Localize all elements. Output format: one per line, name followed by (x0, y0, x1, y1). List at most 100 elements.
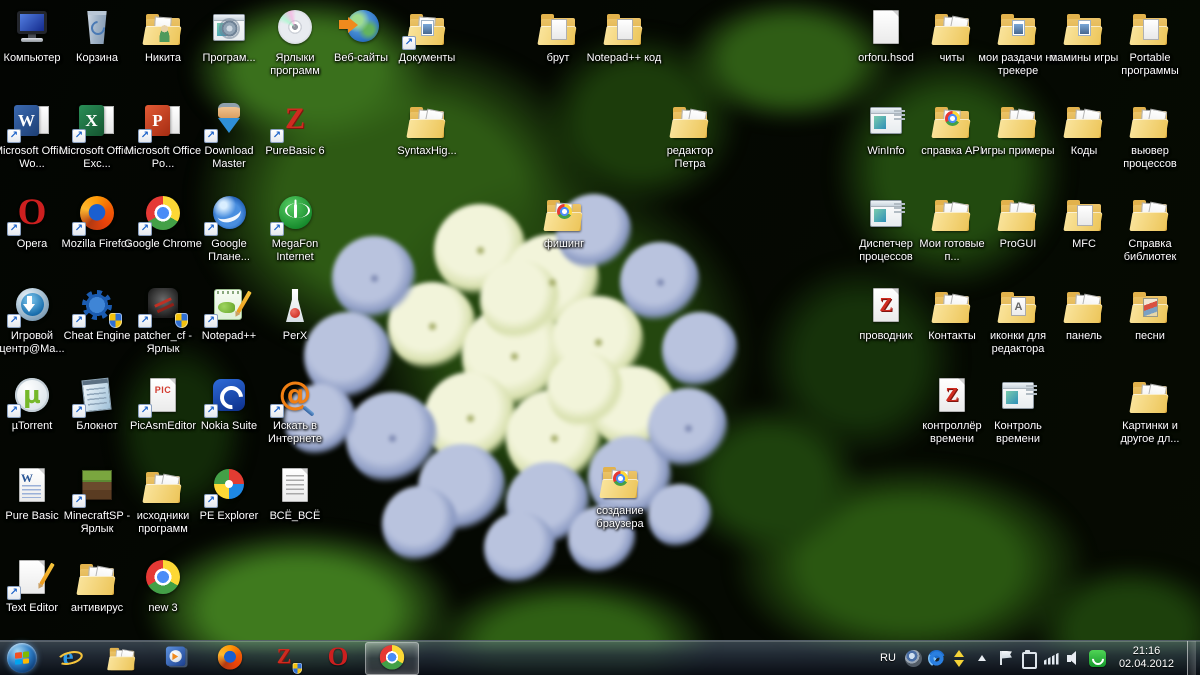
shortcut-arrow-icon: ↗ (204, 404, 218, 418)
ms-word-icon: W↗ (10, 101, 54, 141)
tray-vol-icon[interactable] (1066, 650, 1083, 667)
taskbar-opera-button[interactable]: O (311, 642, 365, 675)
opera-icon: O (322, 644, 354, 673)
programs-app-icon (207, 8, 251, 48)
system-tray: RU 21:16 02.04.2012 (877, 641, 1200, 675)
desktop-icon-label: фишинг (524, 238, 604, 251)
bloknot-icon: ↗ (75, 376, 119, 416)
notepad-code-folder-icon (602, 8, 646, 48)
taskbar-purebasic-button[interactable]: Z (257, 642, 311, 675)
syntaxhig-folder-icon (405, 101, 449, 141)
desktop-icon-megafon-internet[interactable]: ↗ MegaFon Internet (255, 194, 335, 264)
chrome-icon (376, 644, 408, 673)
megafon-internet-icon: ↗ (273, 194, 317, 234)
shortcut-arrow-icon: ↗ (138, 314, 152, 328)
shortcut-arrow-icon: ↗ (138, 129, 152, 143)
taskbar-ie-button[interactable]: e (41, 642, 95, 675)
brut-folder-icon (536, 8, 580, 48)
tray-flag-icon[interactable] (997, 650, 1014, 667)
desktop-icon-time-control[interactable]: Контроль времени (978, 376, 1058, 446)
desktop-icon-label: Notepad++ код (584, 52, 664, 65)
desktop-icon-pictures-folder[interactable]: Картинки и другое дл... (1110, 376, 1190, 446)
tray-clip-icon[interactable] (1020, 650, 1037, 667)
desktop-icon-label: Искать в Интернете (255, 420, 335, 446)
cheat-engine-icon: ↗ (75, 286, 119, 326)
desktop-icon-vse-vse-file[interactable]: ВСЁ_ВСЁ (255, 466, 335, 523)
codes-folder-icon (1062, 101, 1106, 141)
tray-sig-icon[interactable] (1043, 650, 1060, 667)
taskbar-chrome-button[interactable] (365, 642, 419, 675)
desktop-icon-purebasic-6[interactable]: Z↗ PureBasic 6 (255, 101, 335, 158)
games-examples-folder-icon (996, 101, 1040, 141)
desktop-icon-songs-folder[interactable]: песни (1110, 286, 1190, 343)
desktop-icon-process-viewer-folder[interactable]: вьювер процессов (1110, 101, 1190, 171)
petr-editor-folder-icon (668, 101, 712, 141)
ie-icon: e (52, 644, 84, 673)
windows7-desktop: Компьютер Корзина Никита Програм... Ярлы… (0, 0, 1200, 675)
ms-powerpoint-icon: P↗ (141, 101, 185, 141)
desktop-icon-syntaxhig-folder[interactable]: SyntaxHig... (387, 101, 467, 158)
tray-ph-icon[interactable] (1089, 650, 1106, 667)
show-desktop-button[interactable] (1187, 641, 1196, 675)
notepad-plus-icon: ↗ (207, 286, 251, 326)
recycle-bin-icon (75, 8, 119, 48)
language-indicator[interactable]: RU (877, 652, 899, 664)
windows-logo-icon (15, 651, 29, 664)
clock-date: 02.04.2012 (1119, 658, 1174, 671)
desktop-icon-petr-editor-folder[interactable]: редактор Петра (650, 101, 730, 171)
documents-icon: ↗ (405, 8, 449, 48)
desktop-icon-label: PureBasic 6 (255, 145, 335, 158)
desktop-icon-perx[interactable]: PerX (255, 286, 335, 343)
taskbar: e ZO RU 21:16 02.04.2012 (0, 640, 1200, 675)
program-shortcuts-icon (273, 8, 317, 48)
antivirus-folder-icon (75, 558, 119, 598)
shortcut-arrow-icon: ↗ (72, 494, 86, 508)
shortcut-arrow-icon: ↗ (270, 404, 284, 418)
nokia-suite-icon: ↗ (207, 376, 251, 416)
process-manager-icon (864, 194, 908, 234)
desktop-icon-new-3[interactable]: new 3 (123, 558, 203, 615)
tray-caret-icon[interactable] (974, 650, 991, 667)
clock[interactable]: 21:16 02.04.2012 (1112, 645, 1181, 671)
utorrent-icon: µ↗ (10, 376, 54, 416)
api-help-folder-icon (930, 101, 974, 141)
desktop-icon-search-internet[interactable]: @↗ Искать в Интернете (255, 376, 335, 446)
purebasic-6-icon: Z↗ (273, 101, 317, 141)
taskbar-explorer-button[interactable] (95, 642, 149, 675)
contacts-folder-icon (930, 286, 974, 326)
my-ready-folder-icon (930, 194, 974, 234)
editor-icons-folder-icon: A (996, 286, 1040, 326)
desktop-icon-phishing-folder[interactable]: фишинг (524, 194, 604, 251)
taskbar-firefox-button[interactable] (203, 642, 257, 675)
shortcut-arrow-icon: ↗ (7, 129, 21, 143)
shortcut-arrow-icon: ↗ (204, 222, 218, 236)
taskbar-wmp-button[interactable] (149, 642, 203, 675)
desktop-icon-documents[interactable]: ↗ Документы (387, 8, 467, 65)
shortcut-arrow-icon: ↗ (204, 314, 218, 328)
desktop-icon-notepad-code-folder[interactable]: Notepad++ код (584, 8, 664, 65)
desktop-icon-label: Картинки и другое дл... (1110, 420, 1190, 446)
websites-icon (339, 8, 383, 48)
tray-swirl-icon[interactable] (928, 650, 945, 667)
desktop-icon-label: SyntaxHig... (387, 145, 467, 158)
tray-cam-icon[interactable] (905, 650, 922, 667)
desktop-icon-library-help-folder[interactable]: Справка библиотек (1110, 194, 1190, 264)
tray-updown-icon[interactable] (951, 650, 968, 667)
download-master-icon: ↗ (207, 101, 251, 141)
desktop-icon-browser-creation-folder[interactable]: создание браузера (580, 461, 660, 531)
ms-excel-icon: X↗ (75, 101, 119, 141)
mfc-folder-icon (1062, 194, 1106, 234)
tray-icons (905, 650, 1106, 667)
shortcut-arrow-icon: ↗ (138, 222, 152, 236)
shortcut-arrow-icon: ↗ (7, 586, 21, 600)
start-button[interactable] (7, 643, 37, 673)
time-control-icon (996, 376, 1040, 416)
shortcut-arrow-icon: ↗ (72, 222, 86, 236)
pe-explorer-icon: ↗ (207, 466, 251, 506)
process-viewer-folder-icon (1128, 101, 1172, 141)
game-center-icon: ↗ (10, 286, 54, 326)
browser-creation-folder-icon (598, 461, 642, 501)
shortcut-arrow-icon: ↗ (270, 222, 284, 236)
desktop-icon-portable-programs[interactable]: Portable программы (1110, 8, 1190, 78)
new-3-icon (141, 558, 185, 598)
